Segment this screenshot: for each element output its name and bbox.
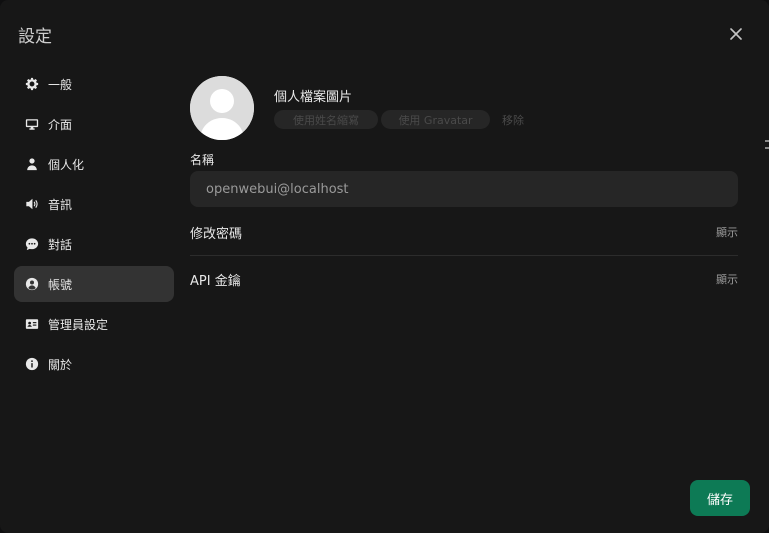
sidebar-item-personalization[interactable]: 個人化 <box>14 146 174 182</box>
use-gravatar-button[interactable]: 使用 Gravatar <box>381 110 490 129</box>
name-label: 名稱 <box>190 153 215 167</box>
profile-image-label: 個人檔案圖片 <box>274 90 353 105</box>
speaker-icon <box>24 196 40 212</box>
sidebar-item-label: 個人化 <box>48 157 85 172</box>
modal-title: 設定 <box>18 27 52 47</box>
settings-sidebar: 一般 介面 個人化 音訊 對話 帳號 管理員設定 關於 <box>14 66 174 386</box>
sidebar-item-interface[interactable]: 介面 <box>14 106 174 142</box>
divider <box>190 255 738 256</box>
close-icon <box>730 28 742 40</box>
name-input[interactable] <box>190 171 738 207</box>
close-button[interactable] <box>726 24 746 44</box>
remove-avatar-button[interactable]: 移除 <box>502 112 524 128</box>
sidebar-item-label: 關於 <box>48 357 73 372</box>
sidebar-item-label: 帳號 <box>48 277 73 292</box>
sidebar-item-audio[interactable]: 音訊 <box>14 186 174 222</box>
sidebar-item-label: 音訊 <box>48 197 73 212</box>
sidebar-item-label: 對話 <box>48 237 73 252</box>
default-avatar-icon <box>190 76 254 140</box>
avatar[interactable] <box>190 76 254 140</box>
chat-icon <box>24 236 40 252</box>
sidebar-item-admin-settings[interactable]: 管理員設定 <box>14 306 174 342</box>
save-button[interactable]: 儲存 <box>690 480 750 516</box>
sidebar-item-general[interactable]: 一般 <box>14 66 174 102</box>
sidebar-item-label: 管理員設定 <box>48 317 109 332</box>
user-icon <box>24 156 40 172</box>
sidebar-item-chats[interactable]: 對話 <box>14 226 174 262</box>
id-card-icon <box>24 316 40 332</box>
scroll-handle[interactable] <box>765 140 769 158</box>
sidebar-item-about[interactable]: 關於 <box>14 346 174 382</box>
api-keys-label: API 金鑰 <box>190 274 241 289</box>
sidebar-item-account[interactable]: 帳號 <box>14 266 174 302</box>
sidebar-item-label: 一般 <box>48 77 73 92</box>
user-circle-icon <box>24 276 40 292</box>
change-password-show-button[interactable]: 顯示 <box>716 224 738 240</box>
monitor-icon <box>24 116 40 132</box>
info-icon <box>24 356 40 372</box>
gear-icon <box>24 76 40 92</box>
use-initials-button[interactable]: 使用姓名縮寫 <box>274 110 378 129</box>
api-keys-show-button[interactable]: 顯示 <box>716 271 738 287</box>
settings-modal: 設定 一般 介面 個人化 音訊 對話 帳號 管理員設定 關於 個人檔案圖片 使用… <box>0 0 769 533</box>
change-password-label: 修改密碼 <box>190 227 243 242</box>
sidebar-item-label: 介面 <box>48 117 73 132</box>
